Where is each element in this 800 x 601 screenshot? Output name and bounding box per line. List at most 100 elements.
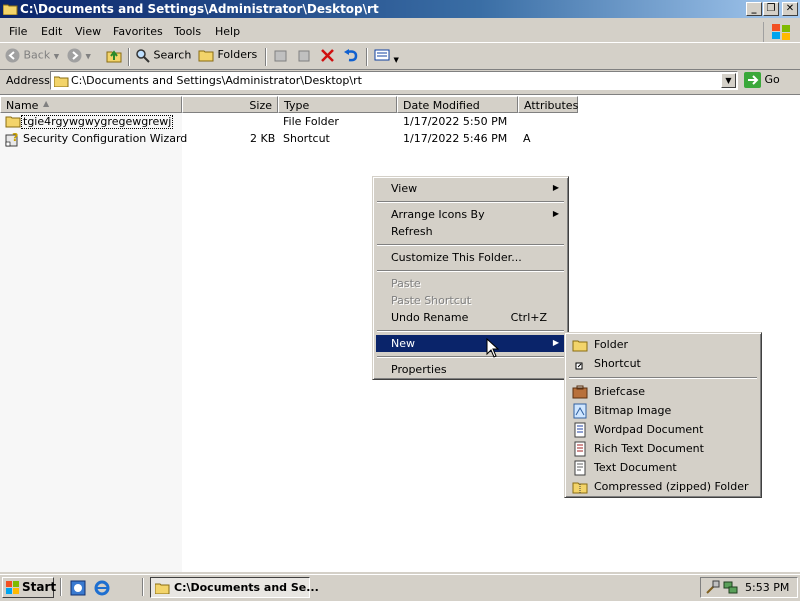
sort-ascending-icon: ▲ xyxy=(43,99,50,108)
menu-item-label: Paste xyxy=(391,277,421,290)
back-arrow-icon xyxy=(5,48,20,63)
menu-item-label: View xyxy=(391,182,418,195)
menu-item-new[interactable]: New ▶ xyxy=(376,335,565,352)
zipped-folder-icon xyxy=(572,482,588,494)
column-header-name[interactable]: Name ▲ xyxy=(0,96,182,113)
back-label: Back xyxy=(23,48,51,62)
folder-icon xyxy=(155,583,170,594)
menu-item-accelerator: Ctrl+Z xyxy=(510,311,547,324)
address-dropdown-button[interactable]: ▼ xyxy=(721,73,736,88)
menu-item-label: Undo Rename xyxy=(391,311,469,324)
submenu-item-label: Briefcase xyxy=(594,385,646,398)
menu-tools[interactable]: Tools xyxy=(174,25,201,38)
submenu-item-bitmap[interactable]: Bitmap Image xyxy=(568,402,758,419)
text-document-icon xyxy=(574,460,586,476)
menu-item-customize-folder[interactable]: Customize This Folder... xyxy=(376,249,565,266)
forward-button[interactable]: ▼ xyxy=(67,48,91,63)
submenu-item-label: Bitmap Image xyxy=(594,404,672,417)
taskbar: Start C:\Documents and Se... 5:53 PM xyxy=(0,574,800,601)
delete-button[interactable] xyxy=(320,48,335,66)
toolbar-separator xyxy=(366,48,368,66)
submenu-item-zipped-folder[interactable]: Compressed (zipped) Folder xyxy=(568,478,758,495)
move-to-button[interactable] xyxy=(273,48,289,66)
menu-item-label: New xyxy=(391,337,415,350)
folder-icon xyxy=(54,76,69,87)
folders-icon xyxy=(198,50,214,62)
search-label: Search xyxy=(153,48,192,62)
forward-arrow-icon xyxy=(67,48,82,63)
move-to-icon xyxy=(274,50,287,62)
menu-favorites[interactable]: Favorites xyxy=(113,25,163,38)
search-button[interactable]: Search xyxy=(135,48,191,63)
menu-item-label: Properties xyxy=(391,363,447,376)
menu-item-label: Customize This Folder... xyxy=(391,251,522,264)
row-type: Shortcut xyxy=(283,132,330,145)
internet-explorer-icon[interactable] xyxy=(94,580,110,596)
submenu-arrow-icon: ▶ xyxy=(552,338,559,347)
tray-network-icon[interactable] xyxy=(723,580,738,595)
minimize-button[interactable]: _ xyxy=(746,2,762,16)
address-value: C:\Documents and Settings\Administrator\… xyxy=(71,74,362,87)
menu-item-refresh[interactable]: Refresh xyxy=(376,223,565,240)
submenu-item-label: Wordpad Document xyxy=(594,423,704,436)
briefcase-icon xyxy=(572,385,588,399)
submenu-item-wordpad[interactable]: Wordpad Document xyxy=(568,421,758,438)
submenu-item-rich-text[interactable]: Rich Text Document xyxy=(568,440,758,457)
submenu-item-briefcase[interactable]: Briefcase xyxy=(568,383,758,400)
table-row[interactable]: ? Security Configuration Wizard 2 KB Sho… xyxy=(0,131,580,147)
start-button[interactable]: Start xyxy=(2,577,56,598)
address-input[interactable]: C:\Documents and Settings\Administrator\… xyxy=(50,71,738,90)
submenu-item-folder[interactable]: Folder xyxy=(568,336,758,353)
submenu-item-shortcut[interactable]: Shortcut xyxy=(568,355,758,372)
menu-item-paste-shortcut[interactable]: Paste Shortcut xyxy=(376,292,565,309)
go-button[interactable]: Go xyxy=(744,72,780,88)
up-folder-button[interactable] xyxy=(106,48,122,66)
submenu-item-label: Compressed (zipped) Folder xyxy=(594,480,749,493)
column-header-date[interactable]: Date Modified xyxy=(397,96,518,113)
context-menu: View ▶ Arrange Icons By ▶ Refresh Custom… xyxy=(372,176,569,380)
folder-icon xyxy=(572,340,588,352)
taskbar-window-button[interactable]: C:\Documents and Se... xyxy=(150,577,319,598)
submenu-item-label: Shortcut xyxy=(594,357,641,370)
folders-button[interactable]: Folders xyxy=(198,48,257,62)
restore-button[interactable]: ❐ xyxy=(763,2,779,16)
menu-item-undo-rename[interactable]: Undo Rename Ctrl+Z xyxy=(376,309,565,326)
menu-item-properties[interactable]: Properties xyxy=(376,361,565,378)
bitmap-image-icon xyxy=(573,403,587,419)
folder-icon xyxy=(3,4,18,15)
views-icon xyxy=(374,49,390,61)
copy-to-button[interactable] xyxy=(296,48,312,66)
column-header-size[interactable]: Size xyxy=(182,96,278,113)
window-title: C:\Documents and Settings\Administrator\… xyxy=(20,2,379,16)
submenu-item-text-document[interactable]: Text Document xyxy=(568,459,758,476)
views-button[interactable]: ▼ xyxy=(374,48,399,65)
table-row[interactable]: tgie4rgywgwygregewgrewj File Folder 1/17… xyxy=(0,114,580,130)
undo-button[interactable] xyxy=(343,48,359,66)
search-icon xyxy=(136,49,150,63)
menu-edit[interactable]: Edit xyxy=(41,25,62,38)
menu-item-arrange-icons[interactable]: Arrange Icons By ▶ xyxy=(376,206,565,223)
submenu-arrow-icon: ▶ xyxy=(552,209,559,218)
menu-item-paste[interactable]: Paste xyxy=(376,275,565,292)
menu-file[interactable]: File xyxy=(9,25,27,38)
toolbar-separator xyxy=(265,48,267,66)
go-arrow-icon xyxy=(744,72,761,88)
title-bar[interactable]: C:\Documents and Settings\Administrator\… xyxy=(0,0,800,18)
wordpad-document-icon xyxy=(574,422,586,438)
server-management-icon[interactable] xyxy=(70,580,86,596)
menu-help[interactable]: Help xyxy=(215,25,240,38)
row-size: 2 KB xyxy=(250,132,276,145)
menu-item-view[interactable]: View ▶ xyxy=(376,180,565,197)
back-button[interactable]: Back ▼ xyxy=(5,48,59,63)
menu-item-label: Refresh xyxy=(391,225,433,238)
close-button[interactable]: ✕ xyxy=(782,2,798,16)
column-header-attributes[interactable]: Attributes xyxy=(518,96,578,113)
submenu-item-label: Rich Text Document xyxy=(594,442,704,455)
tray-tools-icon[interactable] xyxy=(705,580,720,595)
menu-separator xyxy=(377,201,564,203)
row-date: 1/17/2022 5:50 PM xyxy=(403,115,508,128)
column-header-type[interactable]: Type xyxy=(278,96,397,113)
windows-logo-icon xyxy=(6,581,19,594)
menu-view[interactable]: View xyxy=(75,25,101,38)
toolbar: Back ▼ ▼ Search Folders ▼ xyxy=(0,44,800,68)
